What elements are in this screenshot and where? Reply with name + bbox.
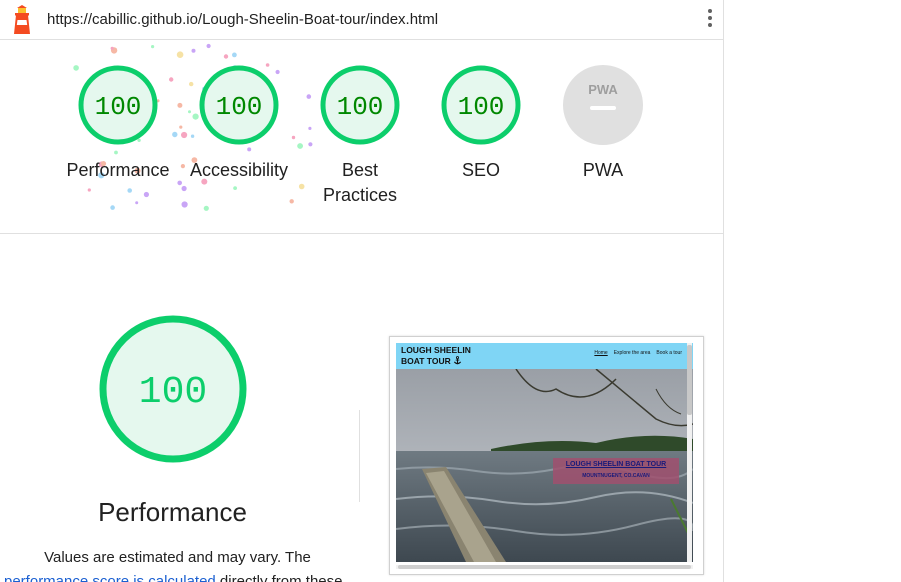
site-navbar: LOUGH SHEELIN BOAT TOUR Home Explore the …	[396, 343, 693, 369]
divider	[359, 410, 360, 502]
performance-title: Performance	[98, 497, 247, 527]
note-line-2: performance score is calculated directly…	[4, 569, 342, 582]
screenshot-horizontal-scrollbar[interactable]	[396, 565, 693, 569]
gauge-accessibility[interactable]: 100 Accessibility	[169, 64, 309, 183]
gauge-performance[interactable]: 100 Performance	[48, 64, 188, 183]
page-url: https://cabillic.github.io/Lough-Sheelin…	[47, 11, 439, 28]
hero-banner: LOUGH SHEELIN BOAT TOUR MOUNTNUGENT, CO.…	[553, 458, 679, 484]
gauge-score: 100	[95, 92, 142, 122]
final-screenshot[interactable]: LOUGH SHEELIN BOAT TOUR Home Explore the …	[389, 336, 704, 575]
anchor-icon	[454, 356, 462, 365]
gauge-label: Performance	[66, 160, 170, 180]
gauge-ring: 100	[320, 65, 400, 145]
site-hero-image: LOUGH SHEELIN BOAT TOUR MOUNTNUGENT, CO.…	[396, 369, 693, 562]
hero-subtitle: MOUNTNUGENT, CO.CAVAN	[582, 473, 650, 479]
pwa-badge-icon: PWA	[563, 65, 643, 145]
lighthouse-report: https://cabillic.github.io/Lough-Sheelin…	[0, 0, 724, 582]
site-nav-book: Book a tour	[656, 350, 682, 356]
gauge-label: PWA	[582, 160, 624, 180]
report-topbar: https://cabillic.github.io/Lough-Sheelin…	[0, 0, 723, 40]
gauge-seo[interactable]: 100 SEO	[411, 64, 551, 183]
performance-score-link[interactable]: performance score is calculated	[4, 573, 216, 582]
gauge-ring: 100	[78, 65, 158, 145]
gauge-best-practices[interactable]: 100 Best Practices	[290, 64, 430, 208]
site-brand: LOUGH SHEELIN BOAT TOUR	[401, 345, 471, 366]
hero-title: LOUGH SHEELIN BOAT TOUR	[565, 461, 667, 468]
gauge-label: SEO	[461, 160, 500, 180]
gauge-ring: 100	[199, 65, 279, 145]
site-nav-explore: Explore the area	[613, 350, 651, 356]
more-vertical-icon[interactable]	[703, 9, 717, 31]
performance-score: 100	[138, 371, 206, 414]
site-nav-links: Home Explore the area Book a tour	[588, 350, 682, 356]
gauge-ring: 100	[441, 65, 521, 145]
note-line-2-suffix: directly from these	[215, 573, 343, 582]
gauge-label: Best Practices	[322, 160, 398, 205]
pwa-badge-text: PWA	[588, 82, 618, 97]
gauge-label: Accessibility	[189, 160, 289, 180]
performance-summary: 100 Performance	[60, 314, 285, 528]
gauge-score: 100	[337, 92, 384, 122]
gauge-pwa[interactable]: PWA PWA	[533, 64, 673, 183]
lighthouse-icon	[14, 5, 30, 34]
performance-gauge: 100	[99, 315, 246, 463]
performance-note: Values are estimated and may vary. The p…	[0, 545, 355, 582]
score-gauges: 100 Performance 100 Accessibility 100 Be…	[0, 40, 723, 234]
screenshot-vertical-scrollbar[interactable]	[687, 343, 692, 562]
gauge-score: 100	[458, 92, 505, 122]
site-nav-home: Home	[594, 350, 608, 356]
note-line-1: Values are estimated and may vary. The	[44, 549, 311, 566]
gauge-score: 100	[216, 92, 263, 122]
